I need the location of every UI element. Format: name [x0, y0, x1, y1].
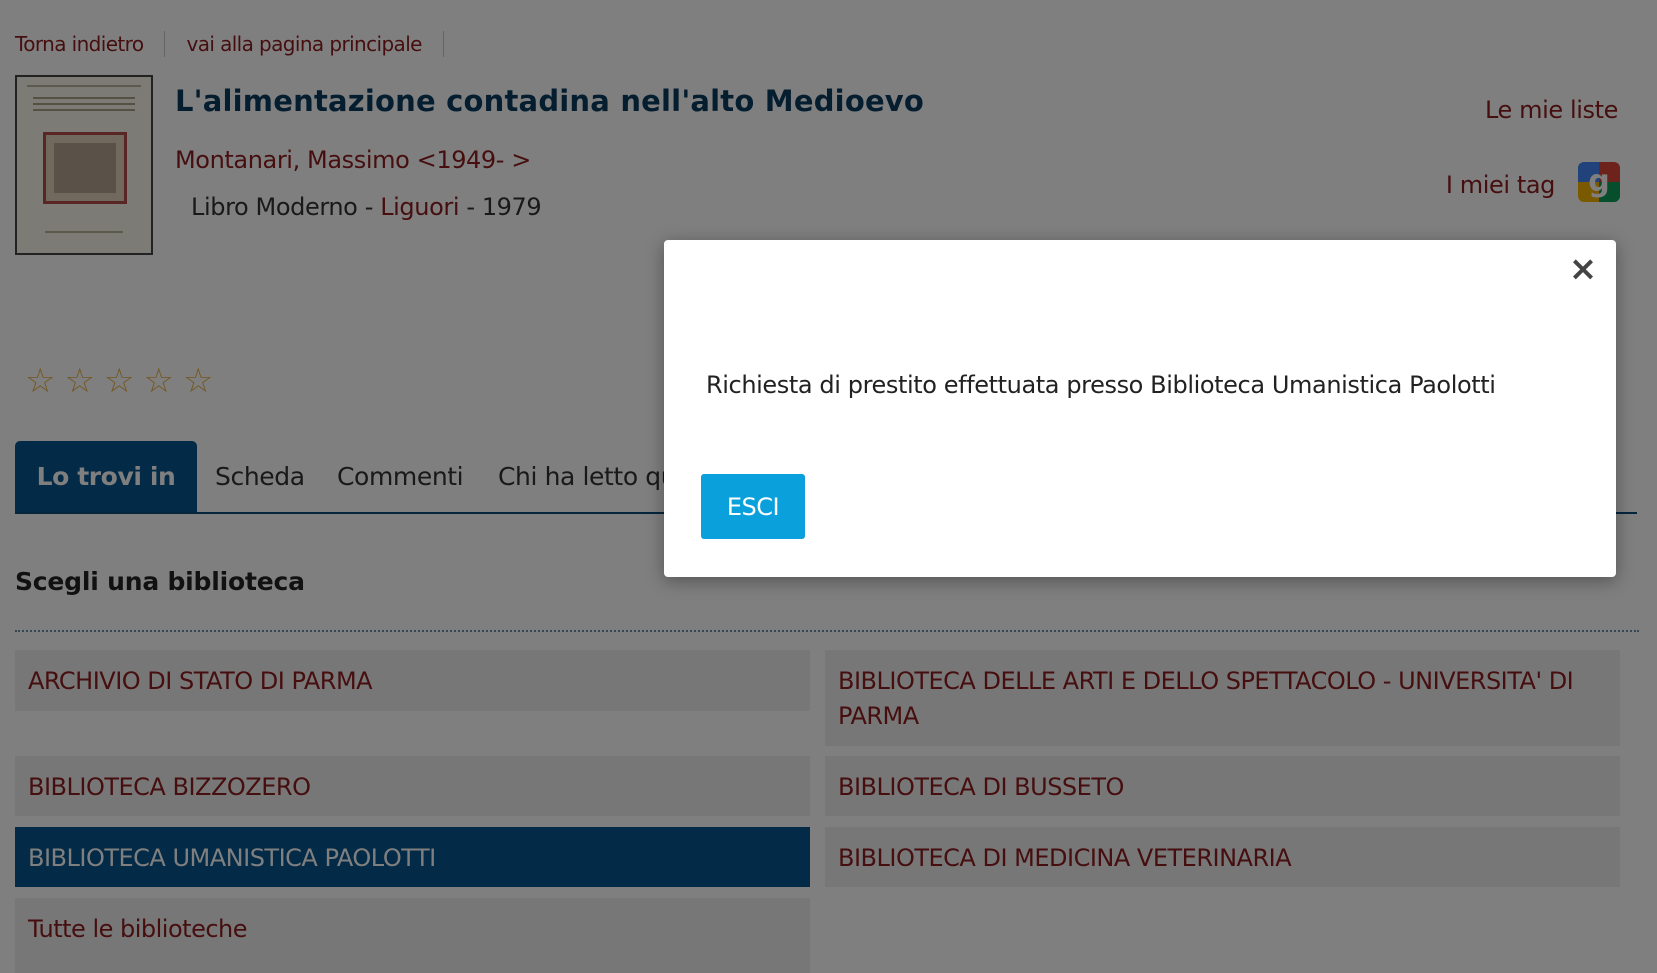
page: Torna indietro vai alla pagina principal… [0, 0, 1657, 973]
loan-request-dialog: × Richiesta di prestito effettuata press… [664, 240, 1616, 577]
dialog-message: Richiesta di prestito effettuata presso … [706, 371, 1496, 399]
close-icon[interactable]: × [1562, 248, 1604, 290]
exit-button[interactable]: ESCI [701, 474, 805, 539]
